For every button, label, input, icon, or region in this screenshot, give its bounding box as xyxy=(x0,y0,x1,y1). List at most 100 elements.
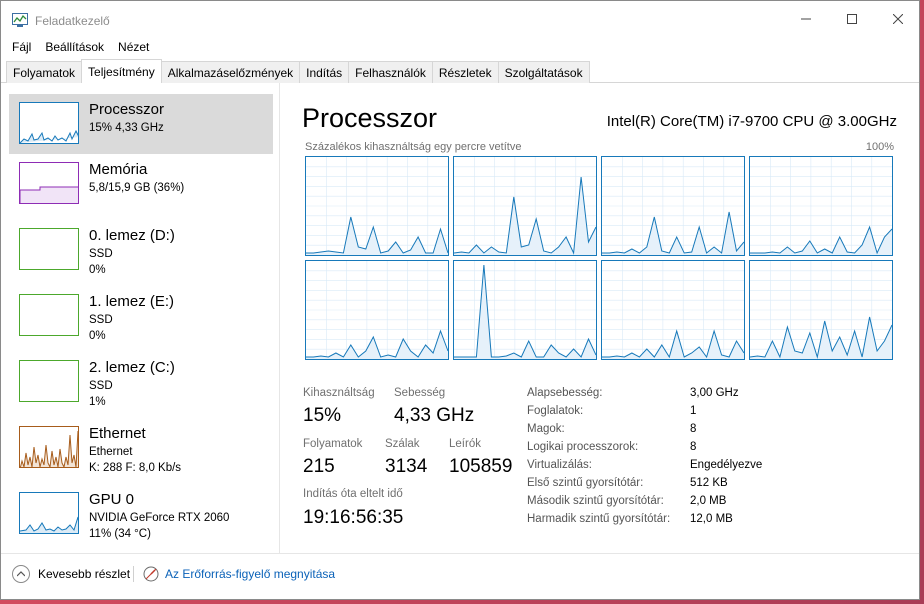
footer-separator xyxy=(133,566,134,582)
sidebar-disk-d-name: 0. lemez (D:) xyxy=(89,227,175,244)
utilization-label: Kihasználtság xyxy=(303,387,375,399)
spec-value: Engedélyezve xyxy=(690,459,763,471)
minimize-icon xyxy=(801,18,811,20)
core-graph-6 xyxy=(601,260,745,360)
resource-sidebar: Processzor 15% 4,33 GHz Memória 5,8/15,9… xyxy=(9,94,273,553)
tab-strip: Folyamatok Teljesítmény Alkalmazáselőzmé… xyxy=(1,59,919,83)
tab-details[interactable]: Részletek xyxy=(431,61,499,83)
core-graph-1 xyxy=(453,156,597,256)
processes-value: 215 xyxy=(303,456,335,477)
window-title: Feladatkezelő xyxy=(35,14,110,28)
core-graph-0 xyxy=(305,156,449,256)
panel-divider xyxy=(279,83,280,553)
sidebar-item-gpu[interactable]: GPU 0 NVIDIA GeForce RTX 2060 11% (34 °C… xyxy=(9,484,273,544)
maximize-button[interactable] xyxy=(829,1,875,37)
threads-value: 3134 xyxy=(385,456,428,477)
handles-label: Leírók xyxy=(449,438,481,450)
title-bar[interactable]: Feladatkezelő xyxy=(1,1,919,37)
minimize-button[interactable] xyxy=(783,1,829,37)
sidebar-item-disk-e[interactable]: 1. lemez (E:) SSD 0% xyxy=(9,286,273,346)
logical-processor-graphs xyxy=(305,156,895,361)
resource-monitor-icon xyxy=(143,566,159,582)
sidebar-disk-d-type: SSD xyxy=(89,248,113,260)
sidebar-gpu-name: GPU 0 xyxy=(89,491,135,508)
core-graph-3 xyxy=(749,156,893,256)
speed-value: 4,33 GHz xyxy=(394,405,475,426)
menu-view[interactable]: Nézet xyxy=(110,37,155,57)
spec-value: 12,0 MB xyxy=(690,513,733,525)
spec-label: Virtualizálás: xyxy=(527,459,592,471)
spec-value: 1 xyxy=(690,405,697,417)
sidebar-cpu-name: Processzor xyxy=(89,101,165,118)
sidebar-ethernet-throughput: K: 288 F: 8,0 Kb/s xyxy=(89,462,182,474)
sidebar-item-disk-d[interactable]: 0. lemez (D:) SSD 0% xyxy=(9,220,273,280)
processes-label: Folyamatok xyxy=(303,438,363,450)
core-graph-5 xyxy=(453,260,597,360)
spec-value: 3,00 GHz xyxy=(690,387,739,399)
tab-startup[interactable]: Indítás xyxy=(299,61,350,83)
cpu-model: Intel(R) Core(TM) i7-9700 CPU @ 3.00GHz xyxy=(606,113,897,130)
sidebar-item-memory[interactable]: Memória 5,8/15,9 GB (36%) xyxy=(9,154,273,214)
maximize-icon xyxy=(847,14,857,24)
sidebar-item-ethernet[interactable]: Ethernet Ethernet K: 288 F: 8,0 Kb/s xyxy=(9,418,273,478)
sidebar-disk-c-usage: 1% xyxy=(89,396,106,408)
resource-monitor-link[interactable]: Az Erőforrás-figyelő megnyitása xyxy=(143,566,335,582)
spec-label: Magok: xyxy=(527,423,565,435)
core-graph-4 xyxy=(305,260,449,360)
tab-app-history[interactable]: Alkalmazáselőzmények xyxy=(160,61,301,83)
sidebar-disk-e-type: SSD xyxy=(89,314,113,326)
tab-services[interactable]: Szolgáltatások xyxy=(497,61,590,83)
uptime-value: 19:16:56:35 xyxy=(303,507,404,528)
spec-value: 8 xyxy=(690,441,697,453)
spec-label: Harmadik szintű gyorsítótár: xyxy=(527,513,671,525)
sidebar-disk-e-name: 1. lemez (E:) xyxy=(89,293,175,310)
ethernet-thumbnail-graph xyxy=(19,426,79,468)
chevron-up-icon xyxy=(12,565,30,583)
sidebar-cpu-usage: 15% 4,33 GHz xyxy=(89,122,164,134)
spec-value: 2,0 MB xyxy=(690,495,727,507)
resource-monitor-label: Az Erőforrás-figyelő megnyitása xyxy=(165,567,336,581)
sidebar-item-cpu[interactable]: Processzor 15% 4,33 GHz xyxy=(9,94,273,154)
fewer-details-button[interactable]: Kevesebb részlet xyxy=(12,565,130,583)
utilization-value: 15% xyxy=(303,405,342,426)
sidebar-disk-c-type: SSD xyxy=(89,380,113,392)
fewer-details-label: Kevesebb részlet xyxy=(38,567,131,581)
performance-content: Processzor 15% 4,33 GHz Memória 5,8/15,9… xyxy=(1,83,919,553)
sidebar-ethernet-adapter: Ethernet xyxy=(89,446,133,458)
spec-label: Alapsebesség: xyxy=(527,387,603,399)
sidebar-disk-e-usage: 0% xyxy=(89,330,106,342)
chart-caption: Százalékos kihasználtság egy percre vetí… xyxy=(305,141,522,153)
sidebar-gpu-model: NVIDIA GeForce RTX 2060 xyxy=(89,512,230,524)
disk-c-thumbnail-graph xyxy=(19,360,79,402)
sidebar-memory-name: Memória xyxy=(89,161,148,178)
sidebar-item-disk-c[interactable]: 2. lemez (C:) SSD 1% xyxy=(9,352,273,412)
sidebar-ethernet-name: Ethernet xyxy=(89,425,146,442)
spec-value: 512 KB xyxy=(690,477,728,489)
spec-label: Foglalatok: xyxy=(527,405,584,417)
handles-value: 105859 xyxy=(449,456,513,477)
sidebar-memory-usage: 5,8/15,9 GB (36%) xyxy=(89,182,185,194)
cpu-detail-panel: Processzor Intel(R) Core(TM) i7-9700 CPU… xyxy=(291,83,911,553)
spec-label: Első szintű gyorsítótár: xyxy=(527,477,644,489)
sidebar-gpu-usage: 11% (34 °C) xyxy=(89,528,151,540)
gpu-thumbnail-graph xyxy=(19,492,79,534)
tab-processes[interactable]: Folyamatok xyxy=(6,61,83,83)
menu-bar: Fájl Beállítások Nézet xyxy=(1,37,155,57)
disk-d-thumbnail-graph xyxy=(19,228,79,270)
task-manager-icon xyxy=(12,13,28,27)
core-graph-2 xyxy=(601,156,745,256)
core-graph-7 xyxy=(749,260,893,360)
sidebar-disk-d-usage: 0% xyxy=(89,264,106,276)
menu-file[interactable]: Fájl xyxy=(1,37,37,57)
speed-label: Sebesség xyxy=(394,387,446,399)
menu-options[interactable]: Beállítások xyxy=(37,37,110,57)
tab-users[interactable]: Felhasználók xyxy=(348,61,433,83)
footer-bar: Kevesebb részlet Az Erőforrás-figyelő me… xyxy=(1,553,919,599)
chart-max-label: 100% xyxy=(865,141,894,153)
close-button[interactable] xyxy=(875,1,921,37)
spec-value: 8 xyxy=(690,423,697,435)
cpu-thumbnail-graph xyxy=(19,102,79,144)
tab-performance[interactable]: Teljesítmény xyxy=(81,59,162,83)
close-icon xyxy=(893,14,903,24)
uptime-label: Indítás óta eltelt idő xyxy=(303,488,403,500)
